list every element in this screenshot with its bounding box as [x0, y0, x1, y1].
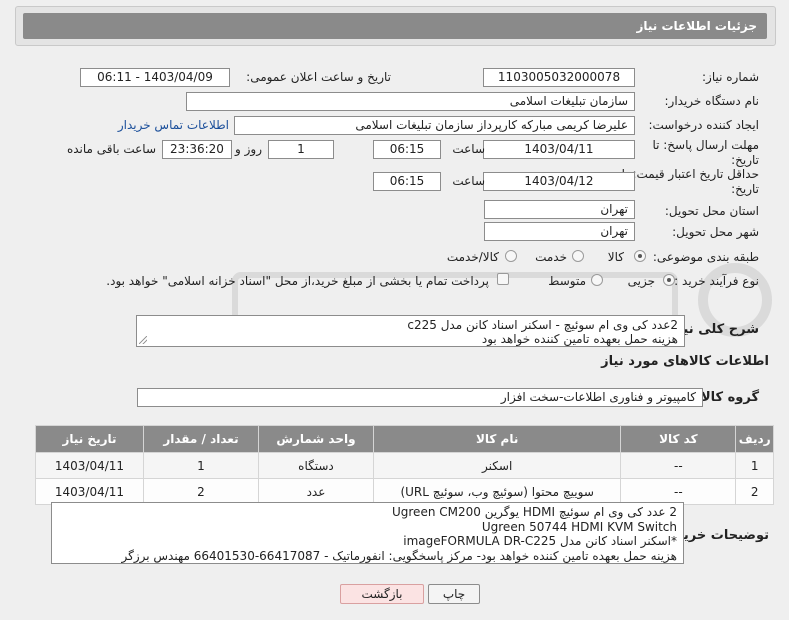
buyer-contact-link[interactable]: اطلاعات تماس خریدار — [118, 118, 229, 132]
cell-goods-code: -- — [620, 478, 737, 505]
need-number-label: شماره نیاز: — [702, 70, 759, 84]
panel-header: جزئیات اطلاعات نیاز — [23, 13, 767, 39]
province-field: تهران — [484, 200, 635, 219]
col-need-date: تاریخ نیاز — [35, 425, 144, 453]
buyer-notes-line: *اسکنر اسناد کانن مدل imageFORMULA DR-C2… — [403, 534, 677, 548]
cell-goods-code: -- — [620, 452, 737, 479]
goods-group-label: گروه کالا: — [695, 390, 759, 405]
purchase-option-medium: متوسط — [548, 274, 586, 288]
resize-grip-icon[interactable] — [139, 336, 147, 344]
col-quantity: تعداد / مقدار — [142, 425, 259, 453]
cell-quantity: 2 — [142, 478, 259, 505]
buyer-notes-textarea[interactable]: 2 عدد کی وی ام سوئیچ HDMI یوگرین Ugreen … — [51, 502, 684, 564]
validity-time-field: 06:15 — [373, 172, 441, 191]
price-validity-label: حداقل تاریخ اعتبار قیمت: تا تاریخ: — [621, 167, 759, 196]
reply-hour-label: ساعت — [452, 142, 485, 156]
goods-info-title: اطلاعات کالاهای مورد نیاز — [601, 354, 769, 369]
treasury-payment-note: پرداخت تمام یا بخشی از مبلغ خرید،از محل … — [106, 274, 489, 288]
cell-row-number: 2 — [735, 478, 774, 505]
cell-quantity: 1 — [142, 452, 259, 479]
need-summary-line: هزینه حمل بعهده تامین کننده خواهد بود — [481, 332, 678, 346]
col-row-number: ردیف — [735, 425, 774, 453]
panel-title: جزئیات اطلاعات نیاز — [636, 19, 757, 33]
purchase-radio-medium[interactable] — [591, 274, 603, 286]
cell-need-date: 1403/04/11 — [35, 478, 144, 505]
back-button[interactable]: بازگشت — [340, 584, 424, 604]
details-panel: جزئیات اطلاعات نیاز — [15, 6, 776, 46]
col-goods-code: کد کالا — [620, 425, 737, 453]
city-label: شهر محل تحویل: — [672, 225, 759, 239]
reply-date-field: 1403/04/11 — [483, 140, 635, 159]
cell-unit: عدد — [257, 478, 374, 505]
buyer-notes-line: 2 عدد کی وی ام سوئیچ HDMI یوگرین Ugreen … — [391, 505, 677, 519]
col-unit: واحد شمارش — [257, 425, 374, 453]
cell-goods-name: اسکنر — [372, 452, 622, 479]
reply-deadline-label: مهلت ارسال پاسخ: تا تاریخ: — [652, 138, 759, 167]
category-radio-goods-service[interactable] — [505, 250, 517, 262]
cell-goods-name: سوییچ محتوا (سوئیچ وب، سوئیچ URL) — [372, 478, 622, 505]
announce-datetime-label: تاریخ و ساعت اعلان عمومی: — [246, 70, 391, 84]
reply-days-field: 1 — [268, 140, 334, 159]
category-label: طبقه بندی موضوعی: — [652, 250, 759, 264]
goods-table-header-row: ردیف کد کالا نام کالا واحد شمارش تعداد /… — [35, 425, 774, 453]
reply-time-field: 06:15 — [373, 140, 441, 159]
category-radio-service[interactable] — [572, 250, 584, 262]
validity-hour-label: ساعت — [452, 174, 485, 188]
announce-datetime-field: 1403/04/09 - 06:11 — [80, 68, 230, 87]
need-number-field: 1103005032000078 — [483, 68, 635, 87]
requester-field: علیرضا کریمی مبارکه کارپرداز سازمان تبلی… — [234, 116, 635, 135]
remaining-label: ساعت باقی مانده — [66, 142, 156, 156]
category-radio-goods[interactable] — [634, 250, 646, 262]
buyer-org-field: سازمان تبلیغات اسلامی — [186, 92, 635, 111]
province-label: استان محل تحویل: — [664, 204, 759, 218]
need-summary-line: 2عدد کی وی ام سوئیچ - اسکنر اسناد کانن م… — [407, 318, 678, 332]
cell-need-date: 1403/04/11 — [35, 452, 144, 479]
cell-unit: دستگاه — [257, 452, 374, 479]
buyer-notes-line: هزینه حمل بعهده تامین کننده خواهد بود- م… — [121, 548, 678, 563]
category-option-goods: کالا — [607, 250, 624, 264]
validity-date-field: 1403/04/12 — [483, 172, 635, 191]
buyer-notes-line: Ugreen 50744 HDMI KVM Switch — [481, 519, 677, 534]
col-goods-name: نام کالا — [372, 425, 622, 453]
buyer-org-label: نام دستگاه خریدار: — [664, 94, 760, 108]
city-field: تهران — [484, 222, 635, 241]
reply-remaining-field: 23:36:20 — [162, 140, 232, 159]
goods-table: ردیف کد کالا نام کالا واحد شمارش تعداد /… — [35, 425, 774, 505]
category-option-goods-service: کالا/خدمت — [446, 250, 499, 264]
category-option-service: خدمت — [535, 250, 567, 264]
table-row: 1 -- اسکنر دستگاه 1 1403/04/11 — [35, 452, 774, 479]
requester-label: ایجاد کننده درخواست: — [648, 118, 759, 132]
day-and-label: روز و — [235, 142, 262, 156]
table-row: 2 -- سوییچ محتوا (سوئیچ وب، سوئیچ URL) ع… — [35, 478, 774, 505]
print-button[interactable]: چاپ — [428, 584, 480, 604]
purchase-radio-minor[interactable] — [663, 274, 675, 286]
need-summary-textarea[interactable]: 2عدد کی وی ام سوئیچ - اسکنر اسناد کانن م… — [136, 315, 685, 347]
treasury-payment-checkbox[interactable] — [497, 273, 509, 285]
purchase-type-label: نوع فرآیند خرید : — [674, 274, 759, 288]
purchase-option-minor: جزیی — [627, 274, 655, 288]
goods-group-field: کامپیوتر و فناوری اطلاعات-سخت افزار — [137, 388, 703, 407]
cell-row-number: 1 — [735, 452, 774, 479]
